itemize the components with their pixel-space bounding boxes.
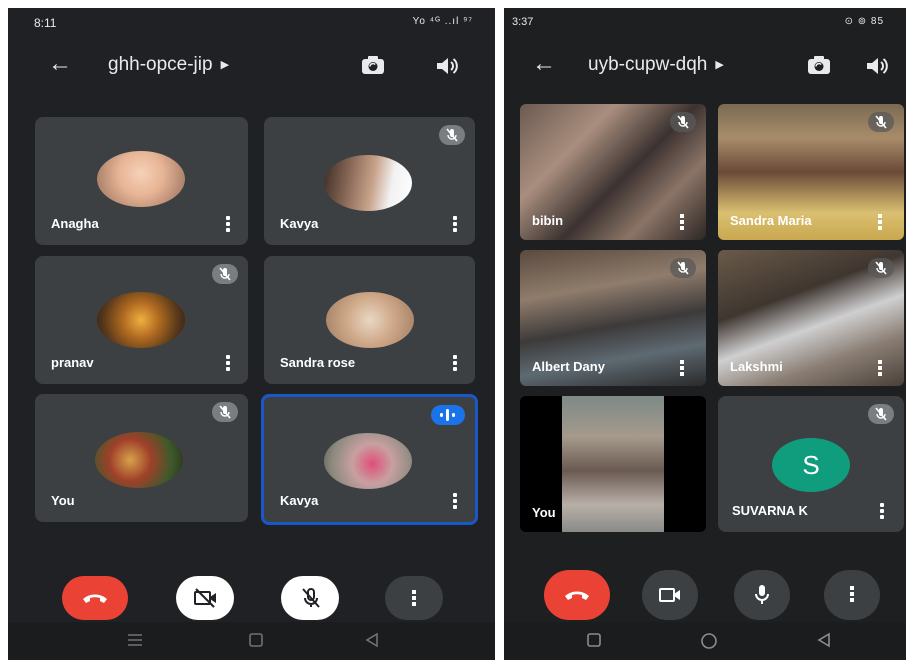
hang-up-icon bbox=[565, 591, 589, 600]
system-navigation-bar bbox=[8, 622, 495, 660]
recents-nav-icon[interactable] bbox=[586, 632, 602, 653]
back-nav-icon[interactable] bbox=[816, 632, 832, 653]
participant-video-tile[interactable]: bibin bbox=[520, 104, 706, 240]
more-options-icon[interactable] bbox=[876, 213, 884, 230]
more-options-button[interactable] bbox=[385, 576, 443, 620]
more-options-icon[interactable] bbox=[451, 492, 459, 510]
mic-toggle-button[interactable] bbox=[281, 576, 339, 620]
switch-camera-icon[interactable] bbox=[806, 54, 832, 78]
left-phone-screen: 8:11 Yo ⁴ᴳ ..ıl ⁹⁷ ← ghh-opce-jip ▶ Anagh… bbox=[8, 8, 495, 660]
camera-toggle-button[interactable] bbox=[176, 576, 234, 620]
muted-mic-icon bbox=[670, 258, 696, 278]
meeting-code-button[interactable]: ghh-opce-jip ▶ bbox=[108, 54, 229, 76]
more-options-icon[interactable] bbox=[224, 354, 232, 372]
status-time: 8:11 bbox=[34, 16, 57, 30]
recents-nav-icon[interactable] bbox=[126, 632, 144, 653]
more-options-icon[interactable] bbox=[224, 215, 232, 233]
participant-video-tile[interactable]: Lakshmi bbox=[718, 250, 904, 386]
more-options-icon[interactable] bbox=[451, 215, 459, 233]
status-bar: 8:11 Yo ⁴ᴳ ..ıl ⁹⁷ bbox=[8, 8, 495, 36]
participant-name: pranav bbox=[51, 355, 94, 370]
back-nav-icon[interactable] bbox=[364, 632, 380, 653]
participant-name: Sandra Maria bbox=[730, 213, 812, 228]
participant-name: Sandra rose bbox=[280, 355, 356, 370]
muted-mic-icon bbox=[212, 264, 238, 284]
muted-mic-icon bbox=[439, 125, 465, 145]
self-camera-feed bbox=[562, 396, 664, 532]
participant-name: Albert Dany bbox=[532, 359, 605, 374]
participant-initial-avatar: S bbox=[772, 438, 850, 492]
participant-name: You bbox=[532, 505, 556, 520]
speaker-icon[interactable] bbox=[434, 54, 460, 78]
camera-off-icon bbox=[194, 588, 216, 608]
participant-avatar bbox=[97, 151, 185, 207]
switch-camera-icon[interactable] bbox=[360, 54, 386, 78]
participant-name: You bbox=[51, 493, 75, 508]
mic-off-icon bbox=[302, 588, 320, 608]
speaking-indicator-icon bbox=[431, 405, 465, 425]
participant-name: Lakshmi bbox=[730, 359, 783, 374]
mic-on-icon bbox=[755, 585, 769, 604]
participant-name: bibin bbox=[532, 213, 564, 228]
home-nav-icon[interactable] bbox=[248, 632, 264, 653]
speaker-icon[interactable] bbox=[864, 54, 890, 78]
system-navigation-bar bbox=[504, 622, 906, 660]
more-options-icon[interactable] bbox=[878, 502, 886, 520]
status-indicators: Yo ⁴ᴳ ..ıl ⁹⁷ bbox=[412, 16, 473, 27]
more-vertical-icon bbox=[850, 586, 854, 602]
participant-avatar bbox=[97, 292, 185, 348]
status-indicators: ⊙ ⊚ 85 bbox=[844, 16, 884, 27]
self-view-tile[interactable]: You bbox=[520, 396, 706, 532]
meeting-header: ← ghh-opce-jip ▶ bbox=[8, 44, 495, 88]
meeting-code: ghh-opce-jip bbox=[108, 54, 213, 75]
meeting-header: ← uyb-cupw-dqh ▶ bbox=[504, 44, 906, 88]
participant-avatar bbox=[324, 433, 412, 489]
more-options-icon[interactable] bbox=[451, 354, 459, 372]
participant-avatar bbox=[324, 155, 412, 211]
muted-mic-icon bbox=[670, 112, 696, 132]
participant-name: Kavya bbox=[280, 216, 319, 231]
mic-toggle-button[interactable] bbox=[734, 570, 790, 620]
participant-tile[interactable]: Sandra rose bbox=[264, 256, 475, 384]
muted-mic-icon bbox=[868, 258, 894, 278]
caret-right-icon: ▶ bbox=[220, 59, 230, 71]
more-options-icon[interactable] bbox=[678, 213, 686, 230]
caret-right-icon: ▶ bbox=[715, 59, 724, 71]
camera-on-icon bbox=[659, 588, 680, 602]
participant-avatar bbox=[326, 292, 414, 348]
more-options-button[interactable] bbox=[824, 570, 880, 620]
participant-tile[interactable]: Anagha bbox=[35, 117, 248, 245]
muted-mic-icon bbox=[868, 112, 894, 132]
hang-up-icon bbox=[83, 594, 107, 603]
participant-name: SUVARNA K bbox=[732, 503, 808, 518]
participant-name: Anagha bbox=[51, 216, 99, 231]
status-time: 3:37 bbox=[512, 16, 534, 28]
meeting-code: uyb-cupw-dqh bbox=[588, 54, 708, 75]
active-speaker-tile[interactable]: Kavya bbox=[261, 394, 478, 525]
back-arrow-icon[interactable]: ← bbox=[48, 50, 72, 78]
participant-video-tile[interactable]: Sandra Maria bbox=[718, 104, 904, 240]
more-options-icon[interactable] bbox=[678, 359, 686, 376]
participant-video-tile[interactable]: Albert Dany bbox=[520, 250, 706, 386]
more-options-icon[interactable] bbox=[876, 359, 884, 376]
participant-tile[interactable]: pranav bbox=[35, 256, 248, 384]
muted-mic-icon bbox=[212, 402, 238, 422]
participant-tile[interactable]: You bbox=[35, 394, 248, 522]
camera-toggle-button[interactable] bbox=[642, 570, 698, 620]
end-call-button[interactable] bbox=[62, 576, 128, 620]
more-vertical-icon bbox=[412, 590, 416, 606]
participant-tile[interactable]: Kavya bbox=[264, 117, 475, 245]
end-call-button[interactable] bbox=[544, 570, 610, 620]
participant-name: Kavya bbox=[280, 493, 319, 508]
participant-tile[interactable]: S SUVARNA K bbox=[718, 396, 904, 532]
right-phone-screen: 3:37 ⊙ ⊚ 85 ← uyb-cupw-dqh ▶ bibin Sandra… bbox=[504, 8, 906, 660]
home-nav-icon[interactable] bbox=[700, 632, 718, 655]
status-bar: 3:37 ⊙ ⊚ 85 bbox=[504, 8, 906, 36]
back-arrow-icon[interactable]: ← bbox=[532, 50, 556, 78]
meeting-code-button[interactable]: uyb-cupw-dqh ▶ bbox=[588, 54, 724, 76]
participant-avatar bbox=[95, 432, 183, 488]
muted-mic-icon bbox=[868, 404, 894, 424]
